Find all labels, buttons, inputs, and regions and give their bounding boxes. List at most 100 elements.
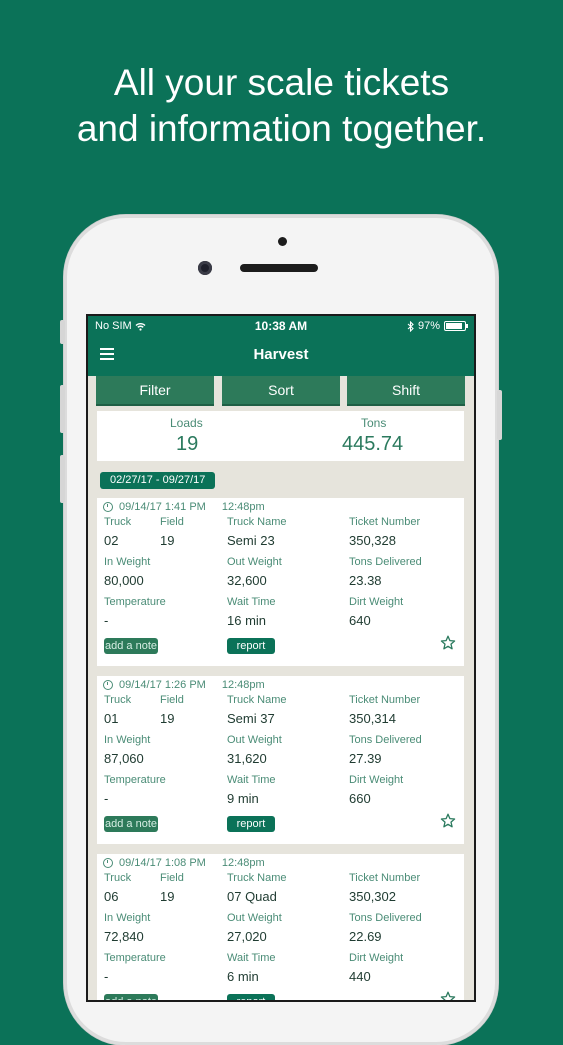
dirt-weight-value: 660 [349,791,371,806]
screen-title: Harvest [253,346,309,363]
loads-value: 19 [176,433,199,455]
add-note-button[interactable]: add a note [104,994,158,1000]
battery-percent: 97% [417,320,440,332]
navigation-bar: Harvest [88,336,474,376]
out-weight-label: Out Weight [227,556,282,568]
tons-delivered-value: 22.69 [349,929,382,944]
date-range-badge[interactable]: 02/27/17 - 09/27/17 [100,472,216,489]
out-weight-value: 27,020 [227,929,267,944]
star-icon[interactable] [440,813,456,829]
ticket-time: 12:48pm [221,857,265,869]
totals-summary: Loads 19 Tons 445.74 [97,411,464,461]
ticket-datetime: 09/14/17 1:41 PM [119,501,206,513]
tons-delivered-label: Tons Delivered [349,556,422,568]
ticket-number-value: 350,314 [349,711,396,726]
front-camera [198,261,212,275]
truck-label: Truck [104,516,132,528]
ticket-header: 09/14/17 1:41 PM 12:48pm [103,501,265,513]
loads-label: Loads [170,416,203,430]
battery-status: 97% [407,320,468,332]
report-button[interactable]: report [227,994,275,1000]
proximity-sensor [278,237,287,246]
ticket-card[interactable]: 09/14/17 1:26 PM 12:48pm Truck Field Tru… [97,676,464,844]
ticket-time: 12:48pm [221,501,265,513]
ticket-datetime: 09/14/17 1:26 PM [119,679,206,691]
tons-delivered-value: 27.39 [349,751,382,766]
field-label: Field [160,872,184,884]
dirt-weight-value: 440 [349,969,371,984]
truck-label: Truck [104,694,132,706]
earpiece-speaker [240,264,318,272]
star-icon[interactable] [440,635,456,651]
truck-value: 06 [104,889,119,904]
headline-line-1: All your scale tickets [113,62,450,103]
bluetooth-icon [407,320,414,332]
in-weight-label: In Weight [104,734,151,746]
battery-icon [444,321,468,331]
volume-up-button [60,385,65,433]
truck-label: Truck [104,872,132,884]
report-button[interactable]: report [227,638,275,654]
out-weight-value: 32,600 [227,573,267,588]
ticket-datetime: 09/14/17 1:08 PM [119,857,206,869]
shift-button[interactable]: Shift [347,376,465,406]
ticket-number-label: Ticket Number [349,516,421,528]
headline-line-2: and information together. [76,108,487,149]
truck-name-label: Truck Name [227,872,287,884]
add-note-button[interactable]: add a note [104,816,158,832]
ticket-time: 12:48pm [221,679,265,691]
truck-name-value: Semi 37 [227,711,275,726]
report-button[interactable]: report [227,816,275,832]
in-weight-value: 72,840 [104,929,144,944]
sort-button[interactable]: Sort [222,376,340,406]
temperature-value: - [104,969,109,984]
field-value: 19 [160,711,175,726]
in-weight-value: 87,060 [104,751,144,766]
app-screen: No SIM 10:38 AM 97% Harvest Filter Sort … [88,316,474,1000]
ticket-card[interactable]: 09/14/17 1:08 PM 12:48pm Truck Field Tru… [97,854,464,1000]
out-weight-label: Out Weight [227,734,282,746]
truck-name-label: Truck Name [227,694,287,706]
wait-time-value: 16 min [227,613,267,628]
wait-time-label: Wait Time [227,952,276,964]
field-value: 19 [160,533,175,548]
truck-name-value: 07 Quad [227,889,277,904]
add-note-button[interactable]: add a note [104,638,158,654]
mute-switch [60,320,65,344]
temperature-label: Temperature [104,596,166,608]
temperature-label: Temperature [104,774,166,786]
truck-name-label: Truck Name [227,516,287,528]
ticket-card[interactable]: 09/14/17 1:41 PM 12:48pm Truck Field Tru… [97,498,464,666]
in-weight-label: In Weight [104,912,151,924]
truck-value: 01 [104,711,119,726]
wait-time-value: 6 min [227,969,259,984]
ticket-number-value: 350,302 [349,889,396,904]
tons-label: Tons [361,416,387,430]
power-button [497,390,502,440]
temperature-value: - [104,791,109,806]
star-icon[interactable] [440,991,456,1000]
field-label: Field [160,694,184,706]
tons-value: 445.74 [342,433,404,455]
dirt-weight-label: Dirt Weight [349,774,404,786]
volume-down-button [60,455,65,503]
temperature-value: - [104,613,109,628]
wait-time-label: Wait Time [227,596,276,608]
tons-delivered-label: Tons Delivered [349,734,422,746]
field-value: 19 [160,889,175,904]
ticket-header: 09/14/17 1:26 PM 12:48pm [103,679,265,691]
dirt-weight-value: 640 [349,613,371,628]
in-weight-value: 80,000 [104,573,144,588]
dirt-weight-label: Dirt Weight [349,596,404,608]
out-weight-value: 31,620 [227,751,267,766]
temperature-label: Temperature [104,952,166,964]
ticket-header: 09/14/17 1:08 PM 12:48pm [103,857,265,869]
filter-button[interactable]: Filter [96,376,214,406]
wait-time-value: 9 min [227,791,259,806]
marketing-headline: All your scale tickets and information t… [0,60,563,152]
clock-icon [103,858,113,868]
truck-name-value: Semi 23 [227,533,275,548]
field-label: Field [160,516,184,528]
status-bar: No SIM 10:38 AM 97% [88,316,474,336]
wait-time-label: Wait Time [227,774,276,786]
